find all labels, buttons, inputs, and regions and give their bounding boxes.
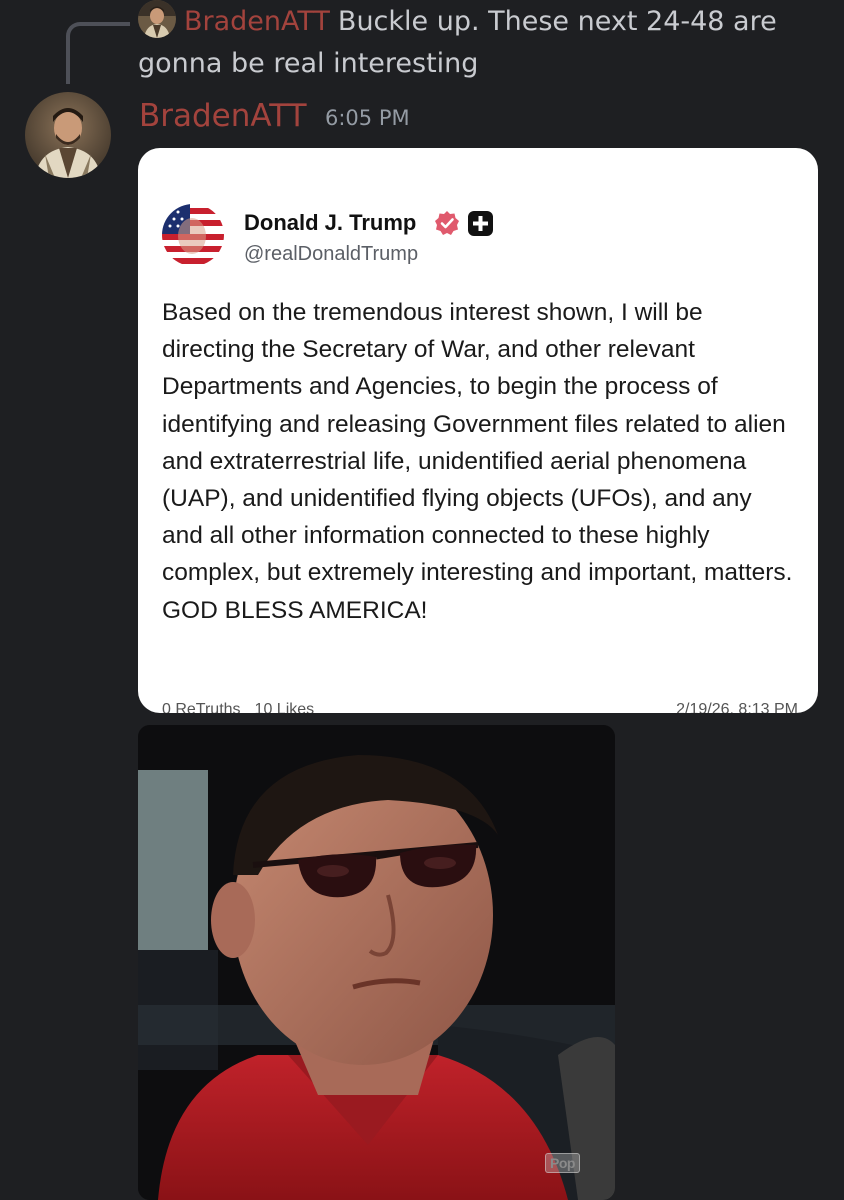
reply-avatar[interactable]	[138, 0, 176, 38]
chat-view: BradenATT Buckle up. These next 24-48 are…	[0, 0, 844, 1200]
post-retruths: 0 ReTruths	[162, 701, 241, 713]
verified-badge-icon	[435, 211, 459, 235]
post-handle: @realDonaldTrump	[244, 243, 419, 265]
plus-badge-icon	[468, 211, 493, 236]
reply-preview[interactable]: BradenATT Buckle up. These next 24-48 are…	[138, 0, 828, 85]
gif-attachment[interactable]: Pop	[138, 725, 615, 1200]
author-avatar[interactable]	[25, 92, 111, 178]
post-display-name: Donald J. Trump	[244, 210, 417, 235]
post-body-text: Based on the tremendous interest shown, …	[162, 299, 793, 624]
post-likes: 10 Likes	[254, 701, 315, 713]
message-timestamp[interactable]: 6:05 PM	[325, 101, 410, 135]
post-stats: 0 ReTruths 10 Likes	[162, 700, 328, 713]
post-date: 2/19/26, 8:13 PM	[676, 701, 798, 713]
gif-watermark: Pop	[545, 1153, 580, 1173]
post-avatar	[162, 204, 224, 266]
message-author[interactable]: BradenATT	[139, 94, 307, 138]
embedded-post-image[interactable]: Donald J. Trump @realDonaldTrump Based o…	[138, 148, 818, 713]
reply-connector	[66, 22, 130, 84]
reply-author[interactable]: BradenATT	[184, 6, 330, 37]
post-footer: 0 ReTruths 10 Likes 2/19/26, 8:13 PM	[162, 700, 798, 713]
